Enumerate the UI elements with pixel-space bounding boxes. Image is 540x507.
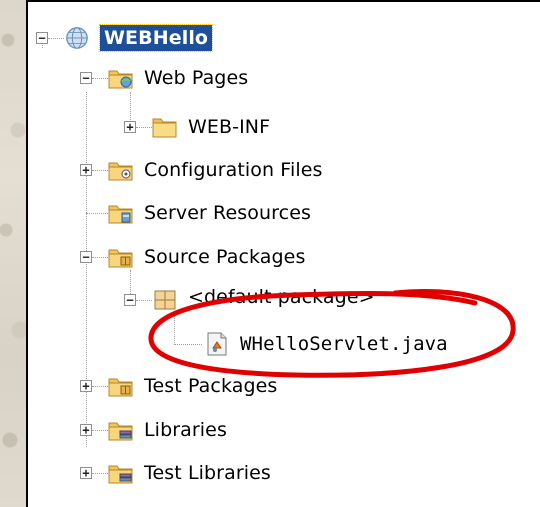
server-resources-label: Server Resources: [144, 202, 311, 224]
tree-connector: [92, 473, 108, 474]
tree-node-server-resources[interactable]: Server Resources: [108, 197, 311, 229]
tree-node-web-inf[interactable]: WEB-INF: [152, 111, 270, 143]
tree-connector: [92, 386, 108, 387]
folder-icon: [152, 118, 177, 138]
tree-connector: [92, 257, 108, 258]
tree-connector: [92, 78, 108, 79]
tree-connector: [92, 430, 108, 431]
source-folder-icon: [108, 249, 133, 268]
tree-node-test-libraries[interactable]: Test Libraries: [108, 457, 271, 489]
collapse-toggle[interactable]: −: [36, 32, 48, 44]
tree-node-configuration-files[interactable]: Configuration Files: [108, 154, 323, 186]
tree-node-test-packages[interactable]: Test Packages: [108, 370, 277, 402]
server-folder-icon: [108, 205, 133, 224]
test-folder-icon: [108, 378, 133, 397]
tree-connector: [130, 92, 131, 122]
expand-toggle[interactable]: +: [80, 380, 92, 392]
tree-node-servlet-file[interactable]: WHelloServlet.java: [204, 328, 448, 360]
collapse-toggle[interactable]: −: [80, 72, 92, 84]
tree-node-default-package[interactable]: <default package>: [152, 284, 375, 316]
libraries-label: Libraries: [144, 419, 227, 441]
expand-toggle[interactable]: +: [80, 467, 92, 479]
globe-icon: [66, 27, 88, 49]
background-texture: [0, 0, 28, 507]
tree-node-libraries[interactable]: Libraries: [108, 414, 227, 446]
test-packages-label: Test Packages: [144, 375, 278, 397]
tree-node-web-pages[interactable]: Web Pages: [108, 62, 248, 94]
tree-connector: [136, 127, 152, 128]
tree-connector: [136, 300, 152, 301]
tree-connector: [92, 170, 108, 171]
web-folder-icon: [108, 70, 133, 89]
collapse-toggle[interactable]: −: [80, 251, 92, 263]
package-icon: [154, 290, 176, 310]
source-packages-label: Source Packages: [144, 246, 306, 268]
tree-connector: [48, 38, 64, 39]
tree-connector: [86, 213, 108, 214]
library-folder-icon: [108, 422, 133, 441]
tree-connector: [86, 92, 87, 447]
web-pages-label: Web Pages: [144, 67, 249, 89]
tree-connector: [174, 344, 202, 345]
configuration-files-label: Configuration Files: [144, 159, 323, 181]
expand-toggle[interactable]: +: [124, 121, 136, 133]
web-inf-label: WEB-INF: [188, 116, 271, 138]
config-folder-icon: [108, 162, 133, 181]
tree-node-source-packages[interactable]: Source Packages: [108, 241, 305, 273]
project-label: WEBHello: [98, 24, 214, 52]
tree-node-project[interactable]: WEBHello: [64, 22, 214, 54]
expand-toggle[interactable]: +: [80, 424, 92, 436]
test-libraries-label: Test Libraries: [144, 462, 271, 484]
project-tree-panel: − WEBHello − Web Pages + WEB-INF + Confi…: [26, 0, 540, 507]
servlet-file-label: WHelloServlet.java: [240, 333, 448, 355]
java-file-icon: [207, 332, 227, 356]
tree-connector: [174, 312, 175, 345]
default-package-label: <default package>: [188, 286, 375, 308]
collapse-toggle[interactable]: −: [124, 294, 136, 306]
expand-toggle[interactable]: +: [80, 164, 92, 176]
library-folder-icon: [108, 465, 133, 484]
